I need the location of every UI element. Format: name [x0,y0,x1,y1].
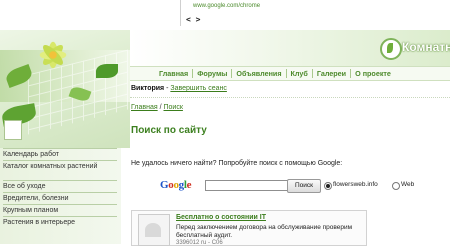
sidebar-item-calendar[interactable]: Календарь работ [3,150,117,159]
ad-title-link[interactable]: Бесплатно о состоянии IT [176,214,266,221]
radio-site-label: flowersweb.info [333,181,378,188]
ad-block[interactable]: Бесплатно о состоянии IT Перед заключени… [131,210,367,246]
breadcrumb: Главная / Поиск [131,104,183,111]
site-name[interactable]: Комнатны [402,40,450,54]
logout-link[interactable]: Завершить сеанс [170,85,227,92]
sidebar-item-interior[interactable]: Растения в интерьере [3,218,117,227]
ad-thumbnail[interactable] [138,214,170,246]
breadcrumb-current[interactable]: Поиск [164,104,183,111]
nav-forums[interactable]: Форумы [193,69,231,78]
flower-icon [39,41,67,69]
radio-web-label: Web [401,181,415,188]
user-name: Виктория [131,85,165,92]
leaf-logo-icon[interactable] [380,38,402,60]
nav-club[interactable]: Клуб [287,69,312,78]
sidebar: Календарь работ Каталог комнатных растен… [0,148,121,244]
top-divider [180,0,181,26]
no-results-message: Не удалось ничего найти? Попробуйте поис… [131,160,343,167]
search-button[interactable]: Поиск [287,179,321,193]
chrome-url[interactable]: www.google.com/chrome [193,3,260,9]
sidebar-divider [3,204,117,205]
nav-home[interactable]: Главная [155,69,192,78]
code-brackets: < > [186,15,201,24]
site-badge-icon [4,120,22,140]
ad-description: Перед заключением договора на обслуживан… [176,224,353,239]
sidebar-item-care[interactable]: Все об уходе [3,182,117,191]
ad-meta: 3396012 ru - C06 [176,240,223,246]
sidebar-item-pests[interactable]: Вредители, болезни [3,194,117,203]
google-search-input[interactable] [205,180,289,191]
top-bar: www.google.com/chrome < > [0,0,450,30]
user-session-line: Виктория - Завершить сеанс [131,85,227,92]
sidebar-divider [3,192,117,193]
sidebar-divider [3,216,117,217]
page-title: Поиск по сайту [131,125,207,136]
sidebar-item-closeup[interactable]: Крупным планом [3,206,117,215]
sidebar-divider [3,160,117,161]
radio-site[interactable] [324,182,332,190]
google-logo: Google [160,179,192,191]
sidebar-divider [3,148,117,149]
sidebar-item-catalog[interactable]: Каталог комнатных растений [3,162,117,171]
header-flower-illustration [0,30,130,148]
main-nav: Главная Форумы Объявления Клуб Галереи О… [130,66,450,81]
divider [130,97,450,98]
breadcrumb-home[interactable]: Главная [131,104,158,111]
leaf-decoration [96,64,118,78]
radio-web[interactable] [392,182,400,190]
nav-galleries[interactable]: Галереи [313,69,350,78]
nav-ads[interactable]: Объявления [232,69,285,78]
nav-about[interactable]: О проекте [351,69,395,78]
sidebar-divider [3,180,117,181]
